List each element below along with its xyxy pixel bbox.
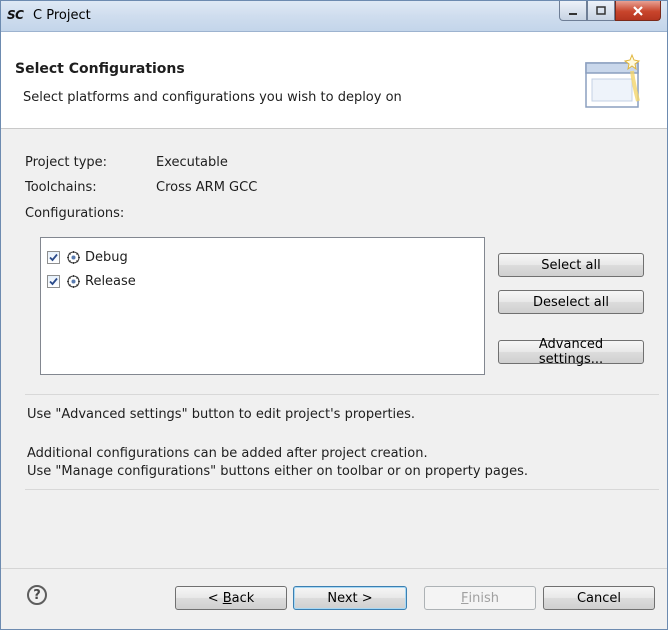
checkmark-icon [49, 277, 58, 285]
maximize-icon [596, 5, 606, 15]
title-bar[interactable]: SC C Project [1, 1, 667, 32]
note-manage-configurations: Use "Manage configurations" buttons eith… [27, 464, 529, 479]
advanced-settings-button[interactable]: Advanced settings... [498, 337, 644, 367]
close-icon [633, 5, 643, 16]
back-prefix: < [207, 590, 223, 606]
release-checkbox[interactable] [47, 274, 60, 288]
maximize-button[interactable] [587, 1, 615, 21]
window-title: C Project [33, 8, 91, 23]
help-icon[interactable]: ? [27, 585, 47, 605]
wizard-banner-icon [585, 53, 641, 108]
configurations-list[interactable]: Debug Release [40, 237, 485, 375]
page-title: Select Configurations [15, 61, 185, 77]
page-description: Select platforms and configurations you … [23, 90, 402, 105]
app-logo: SC [7, 8, 24, 22]
minimize-button[interactable] [559, 1, 587, 21]
deselect-all-button[interactable]: Deselect all [498, 290, 644, 314]
finish-rest: inish [468, 590, 499, 606]
close-button[interactable] [615, 1, 661, 21]
minimize-icon [569, 12, 577, 15]
gear-icon [67, 250, 80, 264]
toolchains-label: Toolchains: [25, 180, 97, 195]
release-label: Release [85, 273, 136, 289]
note-advanced-settings: Use "Advanced settings" button to edit p… [27, 407, 416, 422]
project-type-label: Project type: [25, 155, 108, 170]
finish-button[interactable]: Finish [424, 586, 536, 610]
back-rest: ack [231, 590, 255, 606]
list-item-release[interactable]: Release [47, 271, 136, 291]
note-additional-configurations: Additional configurations can be added a… [27, 446, 428, 461]
dialog-window: SC C Project Select Configurations Selec… [0, 0, 668, 630]
list-item-debug[interactable]: Debug [47, 247, 128, 267]
window-controls [559, 1, 661, 22]
notes-panel: Use "Advanced settings" button to edit p… [25, 394, 659, 490]
cancel-button[interactable]: Cancel [543, 586, 655, 610]
finish-mnemonic: F [461, 590, 469, 606]
footer-divider [1, 568, 667, 569]
back-button[interactable]: < Back [175, 586, 287, 610]
wizard-header: Select Configurations Select platforms a… [1, 32, 667, 129]
configurations-label: Configurations: [25, 206, 125, 221]
gear-icon [67, 274, 80, 288]
next-button[interactable]: Next > [293, 586, 407, 610]
project-type-value: Executable [156, 155, 228, 170]
debug-label: Debug [85, 249, 128, 265]
checkmark-icon [49, 253, 58, 261]
select-all-button[interactable]: Select all [498, 253, 644, 277]
toolchains-value: Cross ARM GCC [156, 180, 258, 195]
back-mnemonic: B [222, 590, 232, 606]
debug-checkbox[interactable] [47, 250, 60, 264]
